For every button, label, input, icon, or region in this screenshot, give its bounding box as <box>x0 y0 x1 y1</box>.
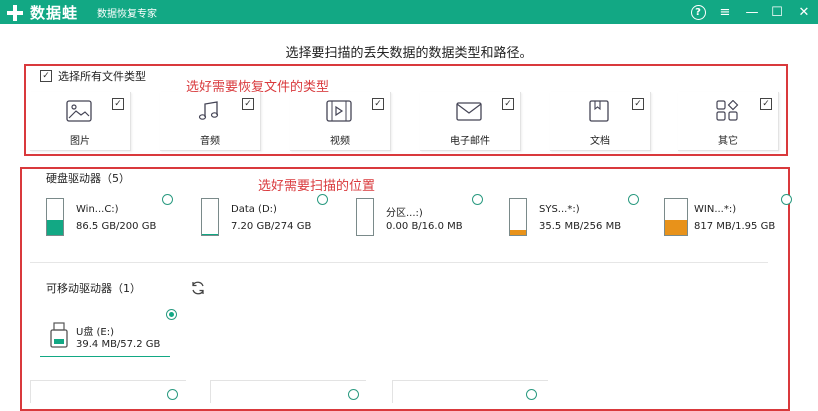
type-label: 视频 <box>330 136 350 147</box>
close-icon: ✕ <box>798 4 810 20</box>
drive-size: 39.4 MB/57.2 GB <box>76 339 161 350</box>
drive-usage-fill <box>510 229 526 235</box>
app-logo: 数据蛙 <box>6 2 78 23</box>
drive-name: 分区...:) <box>386 208 423 219</box>
select-all-checkbox[interactable]: ✓ 选择所有文件类型 <box>40 68 146 84</box>
type-card-document[interactable]: ✓ 文档 <box>550 92 651 151</box>
document-icon <box>589 100 609 122</box>
location-radio[interactable] <box>348 389 359 400</box>
location-annotation-text: 选好需要扫描的位置 <box>258 179 376 194</box>
section-divider <box>30 262 768 263</box>
menu-button[interactable]: ≡ <box>714 1 736 23</box>
music-icon <box>198 101 219 120</box>
drive-icon <box>356 198 374 236</box>
type-label: 其它 <box>718 136 738 147</box>
drive-usage-fill <box>47 219 63 235</box>
type-card-other[interactable]: ✓ 其它 <box>678 92 779 151</box>
type-label: 文档 <box>590 136 610 147</box>
page-heading: 选择要扫描的丢失数据的数据类型和路径。 <box>285 46 533 61</box>
drive-icon <box>664 198 688 236</box>
drive-icon <box>46 198 64 236</box>
refresh-icon[interactable] <box>190 280 206 296</box>
minimize-button[interactable]: — <box>741 1 763 23</box>
type-card-video[interactable]: ✓ 视频 <box>290 92 391 151</box>
location-radio[interactable] <box>526 389 537 400</box>
video-icon <box>326 100 352 122</box>
drive-name: Data (D:) <box>231 204 277 215</box>
type-checkbox[interactable]: ✓ <box>242 98 254 110</box>
help-button[interactable]: ? <box>687 1 709 23</box>
drive-size: 0.00 B/16.0 MB <box>386 221 463 232</box>
type-checkbox[interactable]: ✓ <box>760 98 772 110</box>
type-checkbox[interactable]: ✓ <box>632 98 644 110</box>
type-label: 电子邮件 <box>450 136 490 147</box>
select-all-label: 选择所有文件类型 <box>58 70 146 83</box>
drive-radio[interactable] <box>781 194 792 205</box>
drive-name: Win...C:) <box>76 204 119 215</box>
type-checkbox[interactable]: ✓ <box>502 98 514 110</box>
logo-cross-icon <box>6 4 24 22</box>
usb-drive-e[interactable]: U盘 (E:) 39.4 MB/57.2 GB <box>46 318 170 366</box>
usb-drive-radio[interactable] <box>166 309 177 320</box>
app-name: 数据蛙 <box>30 4 79 22</box>
close-button[interactable]: ✕ <box>793 1 815 23</box>
drive-size: 35.5 MB/256 MB <box>539 221 622 232</box>
type-checkbox[interactable]: ✓ <box>372 98 384 110</box>
type-card-audio[interactable]: ✓ 音频 <box>160 92 261 151</box>
title-bar: 数据蛙 数据恢复专家 ? ≡ — ☐ ✕ <box>0 0 818 24</box>
image-icon <box>66 100 92 122</box>
other-icon <box>716 100 739 121</box>
type-card-email[interactable]: ✓ 电子邮件 <box>420 92 521 151</box>
checkbox-icon: ✓ <box>40 70 52 82</box>
type-checkbox[interactable]: ✓ <box>112 98 124 110</box>
location-radio[interactable] <box>167 389 178 400</box>
type-label: 图片 <box>70 136 90 147</box>
drive-radio[interactable] <box>162 194 173 205</box>
drive-size: 817 MB/1.95 GB <box>694 221 776 232</box>
drive-icon <box>201 198 219 236</box>
drive-usage-fill <box>202 233 218 235</box>
drive-name: U盘 (E:) <box>76 327 114 338</box>
drive-radio[interactable] <box>472 194 483 205</box>
usb-selected-underline <box>40 356 170 357</box>
mail-icon <box>456 102 482 121</box>
drive-radio[interactable] <box>317 194 328 205</box>
drive-name: WIN...*:) <box>694 204 737 215</box>
drive-size: 7.20 GB/274 GB <box>231 221 312 232</box>
removable-drives-title: 可移动驱动器（1） <box>46 282 141 295</box>
hard-drives-title: 硬盘驱动器（5） <box>46 172 130 185</box>
drive-name: SYS...*:) <box>539 204 580 215</box>
drive-radio[interactable] <box>628 194 639 205</box>
drive-icon <box>509 198 527 236</box>
minimize-icon: — <box>745 4 759 20</box>
help-icon: ? <box>690 4 706 20</box>
maximize-icon: ☐ <box>771 4 783 20</box>
drive-usage-fill <box>665 219 687 235</box>
maximize-button[interactable]: ☐ <box>766 1 788 23</box>
type-label: 音频 <box>200 136 220 147</box>
app-subtitle: 数据恢复专家 <box>97 9 157 20</box>
type-card-image[interactable]: ✓ 图片 <box>30 92 131 151</box>
usb-drive-icon <box>50 322 68 348</box>
drive-size: 86.5 GB/200 GB <box>76 221 157 232</box>
menu-icon: ≡ <box>719 4 731 20</box>
